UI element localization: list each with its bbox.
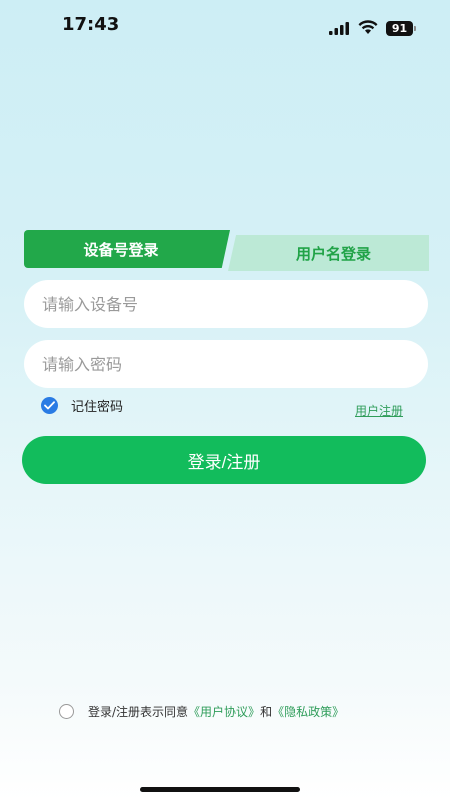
status-bar: 17:43 91 — [0, 0, 450, 50]
remember-label: 记住密码 — [71, 400, 124, 415]
device-number-input[interactable] — [24, 280, 428, 328]
remember-password[interactable]: 记住密码 — [41, 396, 123, 415]
tab-device-login[interactable]: 设备号登录 — [24, 230, 230, 268]
tab-username-login[interactable]: 用户名登录 — [228, 235, 429, 271]
user-agreement-link[interactable]: 《用户协议》 — [188, 703, 260, 720]
remember-checkbox[interactable] — [41, 397, 58, 414]
agreement-checkbox[interactable] — [59, 704, 74, 719]
login-register-button[interactable]: 登录/注册 — [22, 436, 426, 484]
user-register-link[interactable]: 用户注册 — [355, 402, 403, 419]
privacy-policy-link[interactable]: 《隐私政策》 — [272, 703, 344, 720]
agreement-row: 登录/注册表示同意 《用户协议》 和 《隐私政策》 — [59, 703, 344, 720]
battery-indicator: 91 — [386, 21, 416, 36]
signal-bars-icon — [329, 22, 349, 35]
agreement-and: 和 — [260, 705, 273, 719]
password-input[interactable] — [24, 340, 428, 388]
status-time: 17:43 — [62, 14, 120, 35]
check-icon — [44, 401, 55, 410]
agreement-prefix: 登录/注册表示同意 — [88, 705, 189, 719]
home-indicator — [140, 787, 300, 792]
wifi-icon — [358, 20, 378, 34]
